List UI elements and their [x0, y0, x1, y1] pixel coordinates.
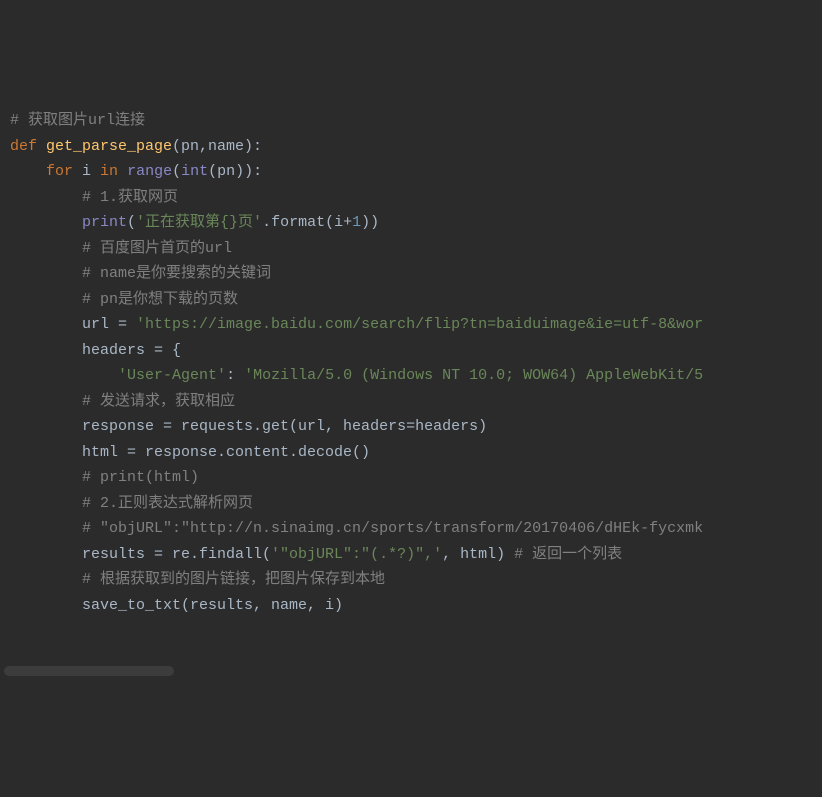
code-line: # 获取图片url连接 — [10, 108, 822, 134]
code-line: results = re.findall('"objURL":"(.*?)",'… — [10, 542, 822, 568]
code-line: print('正在获取第{}页'.format(i+1)) — [10, 210, 822, 236]
function-name: get_parse_page — [46, 138, 172, 155]
code-line: # 根据获取到的图片链接，把图片保存到本地 — [10, 567, 822, 593]
horizontal-scrollbar[interactable] — [4, 666, 174, 676]
code-line: # pn是你想下载的页数 — [10, 287, 822, 313]
code-line: for i in range(int(pn)): — [10, 159, 822, 185]
requests-get: response = requests.get(url, headers=hea… — [82, 418, 487, 435]
comment: # print(html) — [82, 469, 199, 486]
code-line: headers = { — [10, 338, 822, 364]
comment: # name是你要搜索的关键词 — [82, 265, 271, 282]
keyword-def: def — [10, 138, 46, 155]
code-line: # 1.获取网页 — [10, 185, 822, 211]
code-line: # print(html) — [10, 465, 822, 491]
comment: # pn是你想下载的页数 — [82, 291, 238, 308]
code-line: # "objURL":"http://n.sinaimg.cn/sports/t… — [10, 516, 822, 542]
string-literal: '正在获取第{}页' — [136, 214, 262, 231]
params: (pn,name): — [172, 138, 262, 155]
html-decode: html = response.content.decode() — [82, 444, 370, 461]
code-line: response = requests.get(url, headers=hea… — [10, 414, 822, 440]
comment: # 2.正则表达式解析网页 — [82, 495, 253, 512]
code-line: # 百度图片首页的url — [10, 236, 822, 262]
code-line: 'User-Agent': 'Mozilla/5.0 (Windows NT 1… — [10, 363, 822, 389]
string-useragent: 'Mozilla/5.0 (Windows NT 10.0; WOW64) Ap… — [244, 367, 703, 384]
headers-assign: headers = { — [82, 342, 181, 359]
builtin-int: int — [181, 163, 208, 180]
comment: # 根据获取到的图片链接，把图片保存到本地 — [82, 571, 385, 588]
comment: # 1.获取网页 — [82, 189, 178, 206]
keyword-in: in — [100, 163, 127, 180]
code-line: # name是你要搜索的关键词 — [10, 261, 822, 287]
builtin-print: print — [82, 214, 127, 231]
comment: # 发送请求，获取相应 — [82, 393, 235, 410]
number-literal: 1 — [352, 214, 361, 231]
code-line: url = 'https://image.baidu.com/search/fl… — [10, 312, 822, 338]
builtin-range: range — [127, 163, 172, 180]
code-line: # 2.正则表达式解析网页 — [10, 491, 822, 517]
code-line: html = response.content.decode() — [10, 440, 822, 466]
comment: # 返回一个列表 — [514, 546, 622, 563]
comment: # 百度图片首页的url — [82, 240, 232, 257]
code-line: def get_parse_page(pn,name): — [10, 134, 822, 160]
string-regex: '"objURL":"(.*?)",' — [271, 546, 442, 563]
save-to-txt: save_to_txt(results, name, i) — [82, 597, 343, 614]
comment: # "objURL":"http://n.sinaimg.cn/sports/t… — [82, 520, 703, 537]
code-line: # 发送请求，获取相应 — [10, 389, 822, 415]
code-editor[interactable]: # 获取图片url连接def get_parse_page(pn,name): … — [10, 108, 822, 618]
re-findall: results = re.findall( — [82, 546, 271, 563]
keyword-for: for — [46, 163, 82, 180]
comment: # 获取图片url连接 — [10, 112, 145, 129]
string-url: 'https://image.baidu.com/search/flip?tn=… — [136, 316, 703, 333]
code-line: save_to_txt(results, name, i) — [10, 593, 822, 619]
string-key: 'User-Agent' — [118, 367, 226, 384]
